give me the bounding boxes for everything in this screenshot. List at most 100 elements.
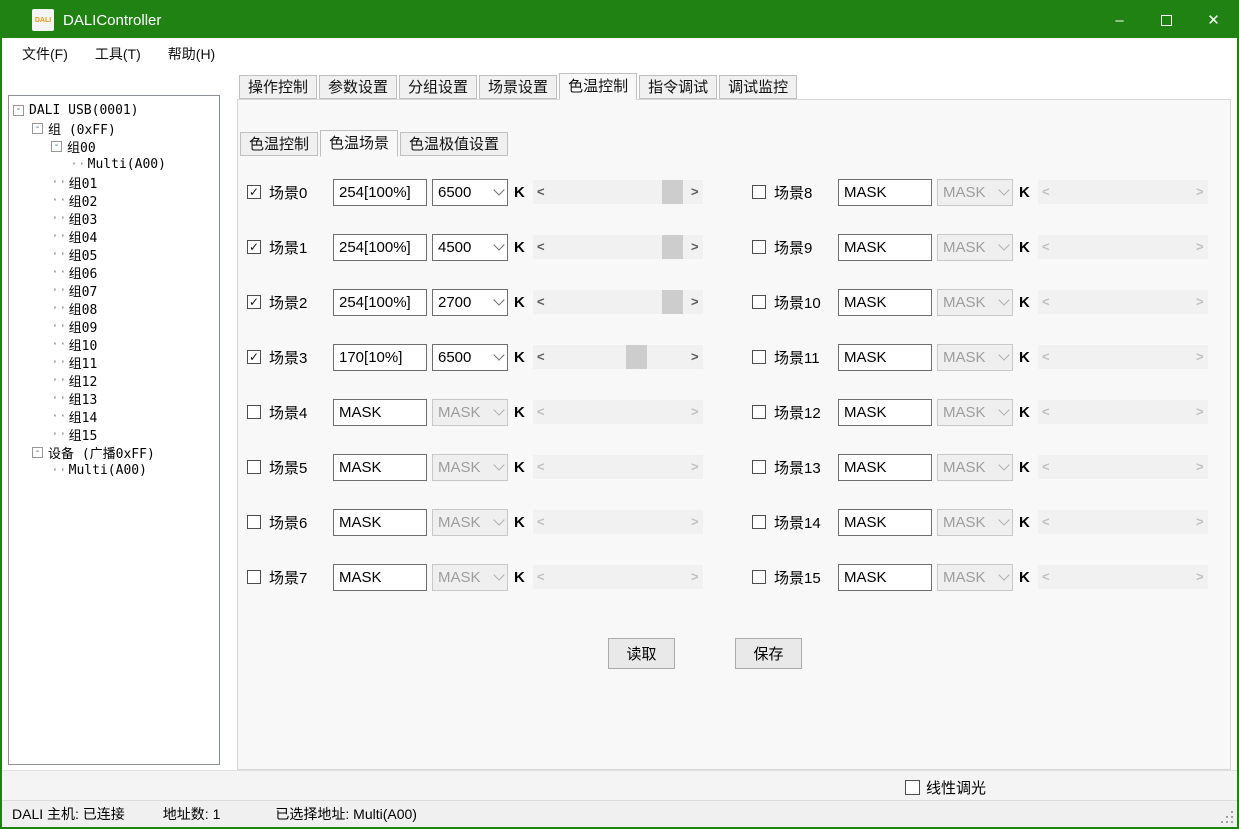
tree-expander-icon[interactable]: - [32,123,43,134]
tab-debug-monitor[interactable]: 调试监控 [719,75,797,99]
scrollbar-track[interactable] [549,345,687,369]
scene-scrollbar[interactable]: < > [533,565,703,589]
scene-level-input[interactable] [838,234,932,261]
scene-scrollbar[interactable]: < > [1038,565,1208,589]
scene-checkbox[interactable]: ✓ [247,350,261,364]
scrollbar-thumb[interactable] [662,235,683,259]
tab-parameter-settings[interactable]: 参数设置 [319,75,397,99]
tree-item[interactable]: ··组03 [9,209,219,227]
scene-level-input[interactable] [333,454,427,481]
scroll-right-icon[interactable]: > [687,180,703,204]
tree-item[interactable]: ··组10 [9,335,219,353]
scene-cct-combo[interactable]: 4500 [432,234,508,261]
tree-item[interactable]: ··组14 [9,407,219,425]
tree-expander-icon[interactable]: - [51,141,62,152]
scene-level-input[interactable] [838,399,932,426]
scene-cct-combo[interactable]: MASK [432,509,508,536]
subtab-cct-control[interactable]: 色温控制 [240,132,318,156]
scene-cct-combo[interactable]: MASK [937,344,1013,371]
resize-grip-icon[interactable] [1220,810,1233,823]
scene-cct-combo[interactable]: 6500 [432,179,508,206]
scene-checkbox[interactable]: ✓ [247,295,261,309]
scene-scrollbar[interactable]: < > [533,510,703,534]
tab-command-debug[interactable]: 指令调试 [639,75,717,99]
tab-color-temperature-control[interactable]: 色温控制 [559,73,637,100]
scrollbar-track[interactable] [549,290,687,314]
scroll-left-icon[interactable]: < [1038,345,1054,369]
scene-checkbox[interactable]: ✓ [247,185,261,199]
scene-level-input[interactable] [838,509,932,536]
scroll-right-icon[interactable]: > [1192,180,1208,204]
tree-item[interactable]: ··组05 [9,245,219,263]
scroll-left-icon[interactable]: < [533,400,549,424]
scene-level-input[interactable] [333,399,427,426]
tree-item[interactable]: ··组02 [9,191,219,209]
scene-level-input[interactable] [838,344,932,371]
scene-checkbox[interactable] [752,295,766,309]
scene-checkbox[interactable] [247,515,261,529]
scrollbar-track[interactable] [549,565,687,589]
read-button[interactable]: 读取 [608,638,675,669]
scene-checkbox[interactable] [752,405,766,419]
scroll-right-icon[interactable]: > [1192,400,1208,424]
tree-item[interactable]: ··组06 [9,263,219,281]
scene-scrollbar[interactable]: < > [533,455,703,479]
scene-level-input[interactable] [838,289,932,316]
scene-level-input[interactable] [333,344,427,371]
scroll-right-icon[interactable]: > [687,290,703,314]
minimize-button[interactable]: – [1096,2,1143,38]
scene-level-input[interactable] [333,564,427,591]
tab-scene-settings[interactable]: 场景设置 [479,75,557,99]
scene-cct-combo[interactable]: MASK [432,399,508,426]
scrollbar-track[interactable] [1054,235,1192,259]
scene-scrollbar[interactable]: < > [1038,345,1208,369]
scrollbar-track[interactable] [1054,565,1192,589]
subtab-cct-limit-settings[interactable]: 色温极值设置 [400,132,508,156]
scene-checkbox[interactable] [247,460,261,474]
scene-level-input[interactable] [838,179,932,206]
scene-level-input[interactable] [333,289,427,316]
scene-level-input[interactable] [333,234,427,261]
scroll-left-icon[interactable]: < [533,290,549,314]
scrollbar-track[interactable] [549,400,687,424]
scene-checkbox[interactable] [752,570,766,584]
scroll-left-icon[interactable]: < [1038,510,1054,534]
scene-checkbox[interactable] [752,460,766,474]
menu-file[interactable]: 文件(F) [22,44,68,64]
scroll-right-icon[interactable]: > [1192,565,1208,589]
tree-item[interactable]: -组 (0xFF) [9,119,219,137]
scrollbar-track[interactable] [1054,180,1192,204]
menu-tools[interactable]: 工具(T) [95,44,141,64]
scrollbar-track[interactable] [549,180,687,204]
subtab-cct-scene[interactable]: 色温场景 [320,130,398,157]
scene-level-input[interactable] [333,509,427,536]
scrollbar-track[interactable] [1054,400,1192,424]
scrollbar-track[interactable] [1054,345,1192,369]
tree-expander-icon[interactable]: - [32,447,43,458]
linear-dimming-option[interactable]: 线性调光 [905,777,986,798]
scene-scrollbar[interactable]: < > [1038,290,1208,314]
scroll-left-icon[interactable]: < [1038,235,1054,259]
scroll-right-icon[interactable]: > [687,455,703,479]
scrollbar-track[interactable] [1054,290,1192,314]
tree-item[interactable]: ··组15 [9,425,219,443]
tree-item[interactable]: ··组12 [9,371,219,389]
maximize-button[interactable] [1143,2,1190,38]
scene-scrollbar[interactable]: < > [1038,510,1208,534]
tab-grouping-settings[interactable]: 分组设置 [399,75,477,99]
scrollbar-track[interactable] [549,235,687,259]
scene-scrollbar[interactable]: < > [533,180,703,204]
linear-dimming-checkbox[interactable] [905,780,920,795]
tree-item[interactable]: ··组01 [9,173,219,191]
scroll-right-icon[interactable]: > [687,565,703,589]
scene-cct-combo[interactable]: MASK [937,289,1013,316]
scene-scrollbar[interactable]: < > [533,345,703,369]
scroll-left-icon[interactable]: < [533,180,549,204]
scroll-left-icon[interactable]: < [533,235,549,259]
scrollbar-track[interactable] [1054,455,1192,479]
title-bar[interactable]: DALI DALIController – ✕ [2,2,1237,38]
scroll-right-icon[interactable]: > [1192,235,1208,259]
tree-item[interactable]: -DALI USB(0001) [9,101,219,119]
tree-item[interactable]: -组00 [9,137,219,155]
scroll-left-icon[interactable]: < [1038,455,1054,479]
